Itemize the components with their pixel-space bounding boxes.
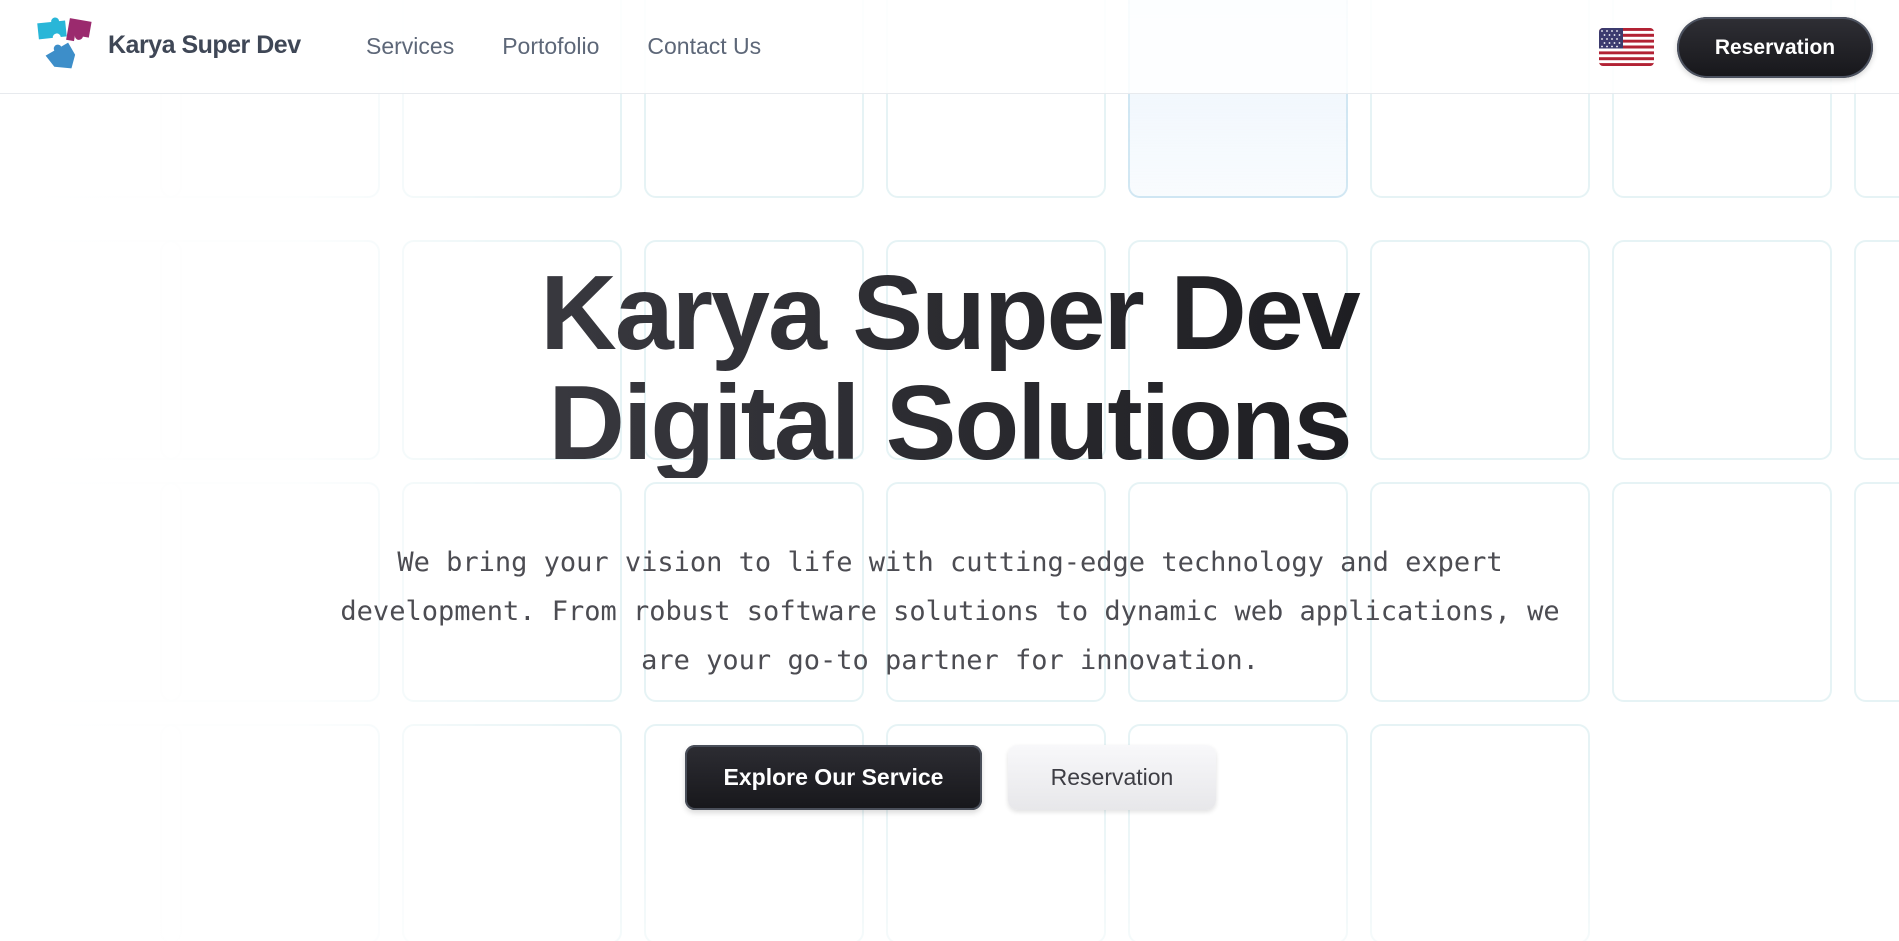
explore-service-button[interactable]: Explore Our Service	[685, 745, 982, 810]
hero-description: We bring your vision to life with cuttin…	[340, 547, 1560, 676]
puzzle-logo-icon[interactable]	[36, 16, 98, 76]
top-navigation-bar: Karya Super Dev Services Portofolio Cont…	[0, 0, 1899, 94]
nav-portofolio[interactable]: Portofolio	[502, 33, 599, 60]
main-nav: Services Portofolio Contact Us	[366, 33, 761, 60]
nav-contact-us[interactable]: Contact Us	[647, 33, 761, 60]
header-reservation-button[interactable]: Reservation	[1677, 17, 1873, 78]
hero-reservation-button[interactable]: Reservation	[1008, 745, 1216, 810]
background-tile	[1854, 482, 1899, 702]
brand-name[interactable]: Karya Super Dev	[108, 31, 301, 60]
hero-title: Karya Super Dev Digital Solutions	[0, 258, 1899, 478]
hero-title-line-2: Digital Solutions	[548, 364, 1351, 482]
us-flag-icon[interactable]	[1599, 28, 1654, 66]
background-tile	[1612, 482, 1832, 702]
nav-services[interactable]: Services	[366, 33, 454, 60]
hero-title-line-1: Karya Super Dev	[540, 254, 1359, 372]
